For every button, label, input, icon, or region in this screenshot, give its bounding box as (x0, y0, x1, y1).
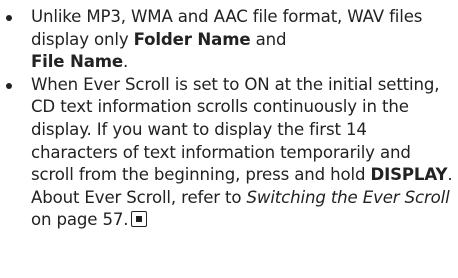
bullet-dot-icon (6, 82, 12, 89)
bullet-item-ever-scroll: When Ever Scroll is set to ON at the ini… (0, 74, 458, 232)
file-name-term: File Name (31, 52, 124, 72)
cross-reference-title: Switching the Ever Scroll (246, 187, 450, 207)
bullet-item-wav-display: Unlike MP3, WMA and AAC file format, WAV… (0, 6, 458, 74)
bullet-text: on page 57. (31, 210, 129, 230)
document-page: Unlike MP3, WMA and AAC file format, WAV… (0, 0, 458, 278)
end-of-section-icon (131, 211, 148, 228)
bullet-text: . (123, 52, 129, 72)
bullet-list: Unlike MP3, WMA and AAC file format, WAV… (0, 6, 458, 232)
display-button-term: DISPLAY (370, 165, 448, 185)
folder-name-term: Folder Name (133, 29, 251, 49)
bullet-text: and (250, 29, 287, 49)
bullet-dot-icon (6, 15, 12, 21)
